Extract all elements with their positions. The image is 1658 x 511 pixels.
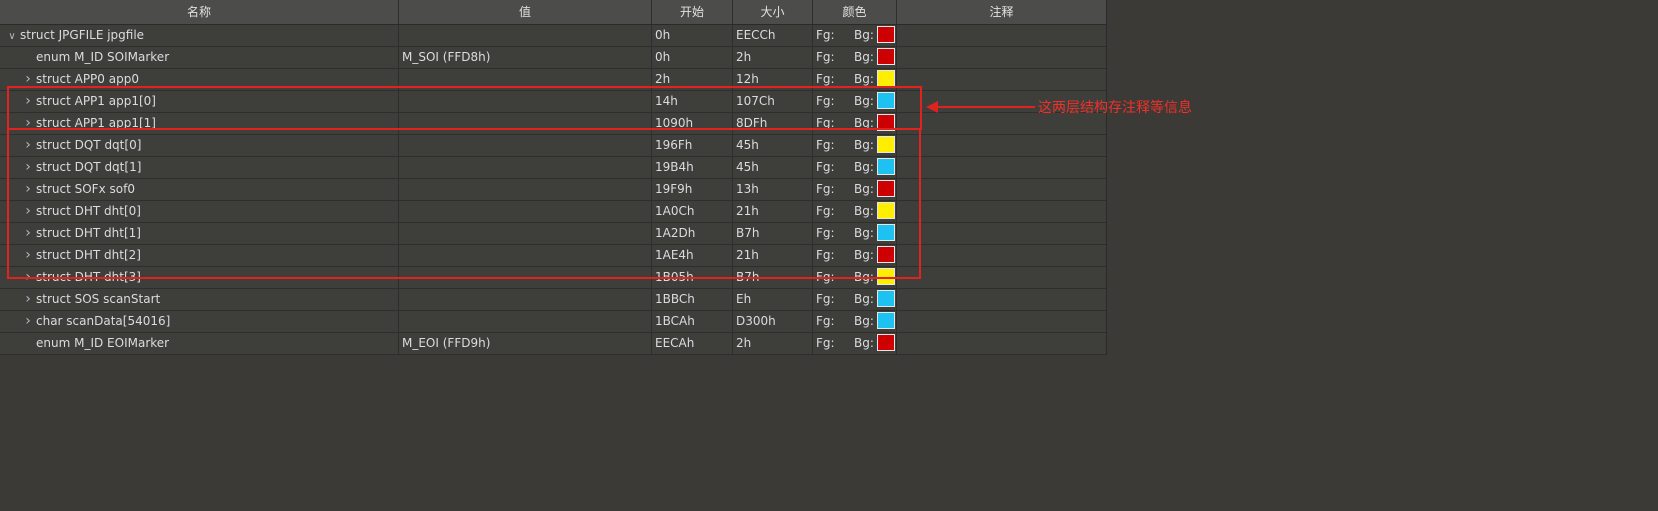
row-size-cell[interactable]: EECCh [733, 25, 813, 46]
chevron-down-icon[interactable]: ∨ [4, 26, 20, 46]
highlight-box-app1 [7, 86, 922, 130]
highlight-box-dqt-dht [7, 128, 921, 279]
fg-label: Fg: [816, 336, 835, 350]
row-size-cell[interactable]: 2h [733, 333, 813, 354]
row-note-cell[interactable] [897, 311, 1106, 332]
row-note-cell[interactable] [897, 135, 1106, 156]
row-size-cell[interactable]: 2h [733, 47, 813, 68]
row-start-cell[interactable]: EECAh [652, 333, 733, 354]
row-color-cell[interactable]: Fg: Bg: [813, 25, 897, 46]
bg-color-swatch[interactable] [877, 48, 895, 65]
row-note-cell[interactable] [897, 267, 1106, 288]
row-name-text: char scanData[54016] [36, 314, 171, 328]
row-name-text: enum M_ID EOIMarker [36, 336, 170, 350]
table-row[interactable]: enum M_ID SOIMarker M_SOI (FFD8h) 0h 2h Fg: B… [0, 47, 1106, 69]
fg-label: Fg: [816, 292, 835, 306]
row-note-cell[interactable] [897, 69, 1106, 90]
column-header-note[interactable]: 注释 [897, 0, 1106, 24]
bg-label: Bg: [854, 336, 874, 350]
bg-color-swatch[interactable] [877, 334, 895, 351]
row-name-text: struct SOS scanStart [36, 292, 161, 306]
row-start-cell[interactable]: 1BBCh [652, 289, 733, 310]
fg-label: Fg: [816, 50, 835, 64]
bg-label: Bg: [854, 292, 874, 306]
row-color-cell[interactable]: Fg: Bg: [813, 289, 897, 310]
column-header-color[interactable]: 颜色 [813, 0, 897, 24]
table-row[interactable]: ∨ struct JPGFILE jpgfile 0h EECCh Fg: Bg: [0, 25, 1106, 47]
row-name-text: struct APP0 app0 [36, 72, 139, 86]
row-start-cell[interactable]: 0h [652, 25, 733, 46]
row-size-cell[interactable]: D300h [733, 311, 813, 332]
column-header-size[interactable]: 大小 [733, 0, 813, 24]
bg-label: Bg: [854, 50, 874, 64]
row-value-cell[interactable]: M_SOI (FFD8h) [399, 47, 652, 68]
row-note-cell[interactable] [897, 157, 1106, 178]
row-color-cell[interactable]: Fg: Bg: [813, 311, 897, 332]
annotation-text: 这两层结构存注释等信息 [1038, 100, 1192, 116]
template-results-window: 名称 值 开始 大小 颜色 注释 ∨ struct JPGFILE jpgfile… [0, 0, 1658, 511]
row-note-cell[interactable] [897, 201, 1106, 222]
table-row[interactable]: › struct SOS scanStart 1BBCh Eh Fg: Bg: [0, 289, 1106, 311]
fg-label: Fg: [816, 314, 835, 328]
table-header: 名称 值 开始 大小 颜色 注释 [0, 0, 1106, 25]
column-header-name[interactable]: 名称 [0, 0, 399, 24]
bg-color-swatch[interactable] [877, 70, 895, 87]
bg-color-swatch[interactable] [877, 312, 895, 329]
row-note-cell[interactable] [897, 25, 1106, 46]
table-row[interactable]: enum M_ID EOIMarker M_EOI (FFD9h) EECAh 2h F… [0, 333, 1106, 355]
row-note-cell[interactable] [897, 289, 1106, 310]
row-note-cell[interactable] [897, 223, 1106, 244]
row-note-cell[interactable] [897, 245, 1106, 266]
bg-color-swatch[interactable] [877, 26, 895, 43]
annotation-arrow-line [933, 106, 1035, 108]
row-value-cell[interactable] [399, 311, 652, 332]
row-value-cell[interactable] [399, 289, 652, 310]
row-note-cell[interactable] [897, 333, 1106, 354]
row-name-cell[interactable]: enum M_ID EOIMarker [0, 333, 399, 354]
bg-label: Bg: [854, 28, 874, 42]
row-note-cell[interactable] [897, 47, 1106, 68]
column-header-start[interactable]: 开始 [652, 0, 733, 24]
bg-color-swatch[interactable] [877, 290, 895, 307]
row-start-cell[interactable]: 1BCAh [652, 311, 733, 332]
row-value-cell[interactable] [399, 25, 652, 46]
row-value-cell[interactable]: M_EOI (FFD9h) [399, 333, 652, 354]
row-size-cell[interactable]: Eh [733, 289, 813, 310]
row-name-text: enum M_ID SOIMarker [36, 50, 170, 64]
row-name-cell[interactable]: enum M_ID SOIMarker [0, 47, 399, 68]
row-note-cell[interactable] [897, 179, 1106, 200]
chevron-right-icon[interactable]: › [20, 311, 36, 332]
table-row[interactable]: › char scanData[54016] 1BCAh D300h Fg: Bg: [0, 311, 1106, 333]
row-name-cell[interactable]: ∨ struct JPGFILE jpgfile [0, 25, 399, 46]
row-name-cell[interactable]: › char scanData[54016] [0, 311, 399, 332]
row-color-cell[interactable]: Fg: Bg: [813, 47, 897, 68]
row-start-cell[interactable]: 0h [652, 47, 733, 68]
chevron-right-icon[interactable]: › [20, 289, 36, 310]
column-header-value[interactable]: 值 [399, 0, 652, 24]
fg-label: Fg: [816, 28, 835, 42]
bg-label: Bg: [854, 314, 874, 328]
row-name-text: struct JPGFILE jpgfile [20, 28, 145, 42]
row-color-cell[interactable]: Fg: Bg: [813, 333, 897, 354]
row-name-cell[interactable]: › struct SOS scanStart [0, 289, 399, 310]
